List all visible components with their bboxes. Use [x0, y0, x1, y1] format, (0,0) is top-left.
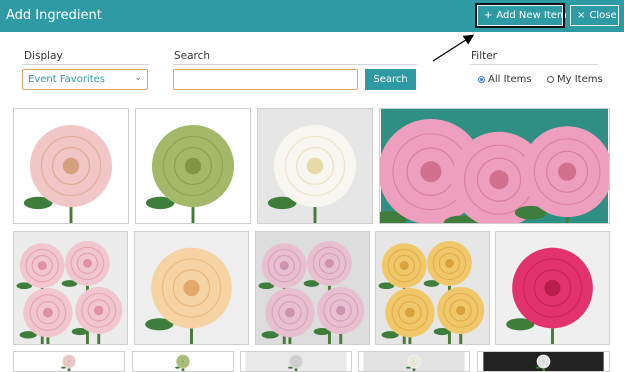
search-label: Search — [174, 50, 211, 62]
ingredient-tile[interactable] — [358, 351, 470, 372]
chevron-down-icon: ⌄ — [134, 73, 142, 83]
flower-image — [380, 109, 609, 223]
flower-image — [18, 352, 120, 371]
flower-image — [483, 352, 604, 371]
radio-selected-icon — [478, 76, 485, 83]
ingredient-tile[interactable] — [379, 108, 610, 224]
flower-image — [135, 232, 248, 344]
flower-image — [245, 352, 347, 371]
display-label: Display — [24, 50, 63, 62]
flower-image — [14, 232, 127, 344]
flower-image — [136, 109, 250, 223]
flower-image — [376, 232, 489, 344]
flower-image — [363, 352, 465, 371]
flower-image — [258, 109, 372, 223]
flower-image — [496, 232, 609, 344]
filter-my-items-label: My Items — [557, 74, 603, 85]
search-button[interactable]: Search — [365, 69, 416, 90]
search-input[interactable] — [173, 69, 358, 90]
ingredient-tile[interactable] — [255, 231, 370, 345]
ingredient-tile[interactable] — [135, 108, 251, 224]
display-selected-value: Event Favorites — [28, 74, 105, 85]
search-divider — [173, 64, 417, 65]
ingredient-tile[interactable] — [134, 231, 249, 345]
ingredient-tile[interactable] — [375, 231, 490, 345]
ingredient-tile[interactable] — [495, 231, 610, 345]
filter-all-items-radio[interactable]: All Items — [478, 74, 532, 85]
display-divider — [22, 64, 149, 65]
filter-label: Filter — [471, 50, 498, 62]
filter-all-items-label: All Items — [488, 74, 532, 85]
ingredient-tile[interactable] — [13, 351, 125, 372]
filter-my-items-radio[interactable]: My Items — [547, 74, 603, 85]
annotation-arrow — [432, 34, 475, 62]
ingredient-tile[interactable] — [13, 108, 129, 224]
flower-image — [136, 352, 230, 371]
radio-unselected-icon — [547, 76, 554, 83]
display-select[interactable]: Event Favorites ⌄ — [22, 69, 148, 90]
ingredient-tile[interactable] — [13, 231, 128, 345]
ingredient-tile[interactable] — [240, 351, 352, 372]
filter-divider — [470, 64, 598, 65]
ingredient-tile[interactable] — [257, 108, 373, 224]
flower-image — [256, 232, 369, 344]
flower-image — [14, 109, 128, 223]
ingredient-tile[interactable] — [477, 351, 610, 372]
ingredient-tile[interactable] — [132, 351, 234, 372]
